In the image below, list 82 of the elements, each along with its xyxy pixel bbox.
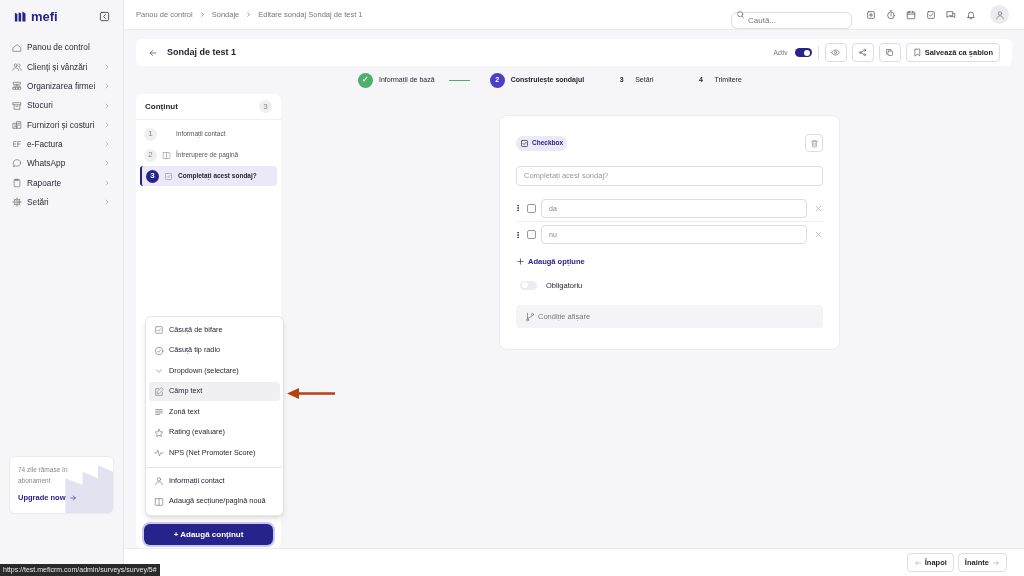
sidebar-item[interactable]: Furnizori și costuri <box>12 115 111 135</box>
arrow-right-icon <box>992 558 1000 567</box>
sidebar-item[interactable]: Clienți și vânzări <box>12 57 111 77</box>
share-icon <box>858 48 868 57</box>
share-button[interactable] <box>851 43 874 62</box>
hierarchy-icon <box>12 81 22 92</box>
trash-icon <box>809 138 819 148</box>
survey-title: Sondaj de test 1 <box>167 45 238 59</box>
sidebar-item[interactable]: Organizarea firmei <box>12 76 111 96</box>
buildings-icon <box>12 119 22 130</box>
branch-icon <box>525 311 535 322</box>
bookmark-icon <box>912 48 922 57</box>
count-badge: 3 <box>259 100 272 113</box>
sidebar-item[interactable]: WhatsApp <box>12 153 111 174</box>
chevron-right-icon <box>103 120 111 129</box>
check-circle-icon <box>154 345 164 356</box>
sidebar-item[interactable]: Rapoarte <box>12 173 111 193</box>
chevron-right-icon <box>103 101 111 110</box>
chevron-right-icon <box>198 11 206 18</box>
house-icon <box>12 42 22 53</box>
stopwatch-icon[interactable] <box>886 9 896 20</box>
clipboard-icon <box>12 177 22 188</box>
chevron-right-icon <box>103 198 111 206</box>
drag-handle-icon <box>514 230 522 239</box>
close-icon[interactable] <box>814 203 823 213</box>
sidebar-item[interactable]: Stocuri <box>12 95 111 116</box>
people-icon <box>12 61 22 72</box>
plus-icon <box>516 256 525 266</box>
brand-name: mefi <box>31 9 58 23</box>
chevron-right-icon <box>103 178 111 187</box>
messages-icon[interactable] <box>946 9 956 20</box>
columns-icon <box>162 150 171 160</box>
option-checkbox[interactable] <box>527 203 536 213</box>
close-icon[interactable] <box>814 230 823 239</box>
arrow-annotation <box>287 388 335 399</box>
person-icon <box>154 476 164 486</box>
task-icon[interactable] <box>926 9 936 20</box>
delete-button[interactable] <box>805 134 823 152</box>
active-toggle[interactable] <box>794 48 812 57</box>
chevron-right-icon <box>103 140 111 149</box>
item-number: 2 <box>144 148 157 162</box>
arrow-right-icon <box>68 493 77 502</box>
search-field[interactable]: Caută... <box>731 12 852 29</box>
preview-button[interactable] <box>824 43 847 62</box>
columns-icon <box>154 496 164 507</box>
user-avatar[interactable] <box>990 5 1009 24</box>
item-number: 1 <box>144 127 157 141</box>
text-lines-icon <box>154 407 164 417</box>
copy-icon <box>885 48 895 57</box>
chevron-right-icon <box>103 82 111 91</box>
checkbox-icon <box>154 325 164 335</box>
settings-icon <box>12 197 22 207</box>
drag-handle-icon <box>514 204 522 212</box>
step-number: ✓ <box>358 72 373 88</box>
calendar-icon[interactable] <box>906 9 916 20</box>
option-checkbox[interactable] <box>527 230 536 239</box>
star-icon <box>154 427 164 438</box>
edit-icon <box>154 386 164 397</box>
eye-icon <box>831 48 841 57</box>
pulse-icon <box>154 448 164 458</box>
chevron-right-icon <box>245 11 253 18</box>
bell-icon[interactable] <box>966 9 976 20</box>
chevron-right-icon <box>103 62 111 71</box>
search-icon <box>736 10 745 19</box>
checkbox-icon <box>164 171 173 181</box>
sidebar-item[interactable]: Setări <box>12 192 111 212</box>
back-arrow-icon[interactable] <box>148 47 158 58</box>
chevron-right-icon <box>103 159 111 168</box>
ef-icon <box>12 139 22 150</box>
checkbox-icon <box>520 138 529 148</box>
panel-title: Conținut <box>145 100 178 113</box>
add-content-button[interactable]: + Adaugă conținut <box>144 524 273 545</box>
item-number: 3 <box>146 169 159 183</box>
add-icon[interactable] <box>866 9 876 20</box>
duplicate-button[interactable] <box>878 43 901 62</box>
collapse-sidebar-icon[interactable] <box>99 10 110 22</box>
arrow-left-icon <box>913 558 922 567</box>
chevron-down-icon <box>154 366 164 376</box>
chat-icon <box>12 158 22 169</box>
sidebar-item[interactable]: e-Factura <box>12 134 111 154</box>
archive-icon <box>12 100 22 111</box>
sidebar-item[interactable]: Panou de control <box>12 38 111 58</box>
